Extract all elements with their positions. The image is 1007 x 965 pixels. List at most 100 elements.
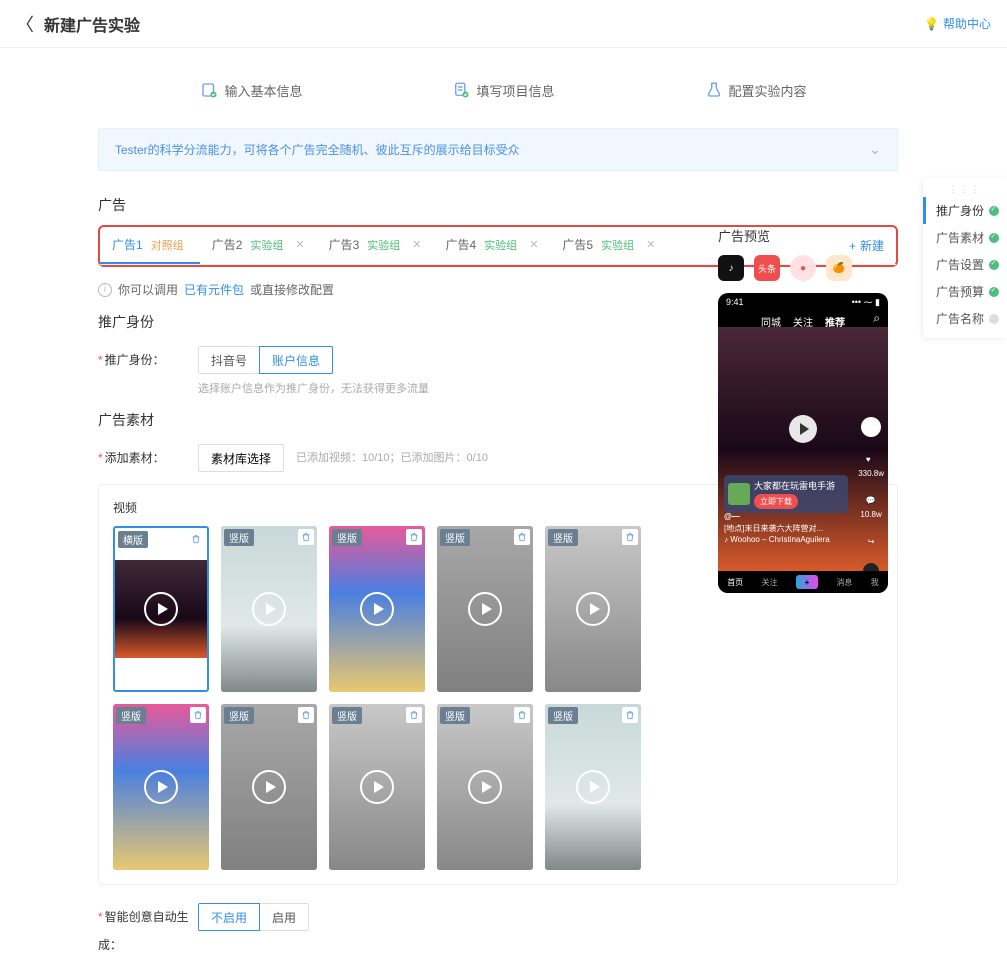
existing-package-link[interactable]: 已有元件包	[184, 281, 244, 298]
sidenav-item[interactable]: 广告名称	[923, 305, 1007, 332]
banner-text: Tester的科学分流能力，可将各个广告完全随机、彼此互斥的展示给目标受众	[115, 141, 520, 158]
search-icon: ⌕	[873, 311, 880, 326]
video-tile[interactable]: 竖版	[545, 704, 641, 870]
play-icon	[252, 592, 286, 626]
orientation-badge: 竖版	[440, 529, 470, 546]
doc-icon	[452, 81, 470, 99]
smart-label: *智能创意自动生成：	[98, 903, 198, 959]
comment-icon: 💬	[860, 490, 880, 510]
app-icon-row: ♪ 头条 ● 🍊	[718, 255, 888, 281]
orientation-badge: 竖版	[548, 529, 578, 546]
preview-title: 广告预览	[718, 226, 888, 245]
close-icon[interactable]: ✕	[295, 238, 304, 251]
xigua-icon[interactable]: ●	[790, 255, 816, 281]
step-3: 配置实验内容	[705, 81, 807, 100]
download-button[interactable]: 立即下载	[754, 494, 798, 509]
material-library-button[interactable]: 素材库选择	[198, 444, 284, 472]
seg-option[interactable]: 启用	[259, 903, 309, 931]
close-icon[interactable]: ✕	[529, 238, 538, 251]
video-tile[interactable]: 竖版	[221, 704, 317, 870]
status-dot-icon	[989, 233, 999, 243]
form-icon	[200, 81, 218, 99]
status-dot-icon	[989, 206, 999, 216]
close-icon[interactable]: ✕	[412, 238, 421, 251]
delete-button[interactable]	[298, 707, 314, 723]
play-icon	[360, 592, 394, 626]
topbar: 〈 新建广告实验 💡 帮助中心	[0, 0, 1007, 48]
video-tile[interactable]: 横版	[113, 526, 209, 692]
ad-tab[interactable]: 广告1对照组	[100, 227, 200, 264]
delete-button[interactable]	[188, 531, 204, 547]
sidenav-item[interactable]: 广告预算	[923, 278, 1007, 305]
smart-segmented: 不启用启用	[198, 903, 309, 931]
orientation-badge: 横版	[118, 531, 148, 548]
video-tile[interactable]: 竖版	[113, 704, 209, 870]
other-app-icon[interactable]: 🍊	[826, 255, 852, 281]
toutiao-icon[interactable]: 头条	[754, 255, 780, 281]
step-indicator: 输入基本信息 填写项目信息 配置实验内容	[0, 70, 1007, 110]
page-title: 新建广告实验	[44, 12, 140, 36]
play-icon	[360, 770, 394, 804]
play-icon	[252, 770, 286, 804]
delete-button[interactable]	[622, 529, 638, 545]
video-tile[interactable]: 竖版	[437, 704, 533, 870]
material-label: *添加素材：	[98, 444, 198, 472]
status-dot-icon	[989, 287, 999, 297]
help-label: 帮助中心	[943, 15, 991, 32]
delete-button[interactable]	[514, 529, 530, 545]
back-button[interactable]: 〈	[16, 11, 34, 37]
chevron-down-icon: ⌄	[869, 141, 881, 158]
sidenav-item[interactable]: 推广身份	[923, 197, 1007, 224]
bulb-icon: 💡	[924, 17, 939, 31]
promo-card: 大家都在玩雷电手游 立即下载	[724, 475, 848, 513]
video-tile[interactable]: 竖版	[437, 526, 533, 692]
orientation-badge: 竖版	[440, 707, 470, 724]
seg-option[interactable]: 不启用	[198, 903, 260, 931]
phone-bottom-nav: 首页 关注 + 消息 我	[718, 571, 888, 593]
info-banner[interactable]: Tester的科学分流能力，可将各个广告完全随机、彼此互斥的展示给目标受众 ⌄	[98, 128, 898, 171]
seg-option[interactable]: 账户信息	[259, 346, 333, 374]
identity-help: 选择账户信息作为推广身份，无法获得更多流量	[198, 380, 429, 396]
seg-option[interactable]: 抖音号	[198, 346, 260, 374]
orientation-badge: 竖版	[548, 707, 578, 724]
action-rail: ♥330.8w 💬10.8w ↪	[858, 417, 884, 579]
play-icon	[144, 592, 178, 626]
promo-thumb	[728, 483, 750, 505]
material-counts: 已添加视频：10/10；已添加图片：0/10	[296, 444, 488, 472]
orientation-badge: 竖版	[332, 529, 362, 546]
ad-tab[interactable]: 广告5实验组✕	[550, 227, 667, 264]
sidenav-item[interactable]: 广告设置	[923, 251, 1007, 278]
douyin-icon[interactable]: ♪	[718, 255, 744, 281]
sidenav-item[interactable]: 广告素材	[923, 224, 1007, 251]
close-icon[interactable]: ✕	[646, 238, 655, 251]
play-icon	[468, 770, 502, 804]
section-ads-title: 广告	[98, 195, 898, 215]
share-icon: ↪	[861, 531, 881, 551]
ad-tab[interactable]: 广告4实验组✕	[434, 227, 551, 264]
delete-button[interactable]	[514, 707, 530, 723]
video-tile[interactable]: 竖版	[221, 526, 317, 692]
play-icon	[576, 592, 610, 626]
delete-button[interactable]	[190, 707, 206, 723]
delete-button[interactable]	[406, 529, 422, 545]
video-tile[interactable]: 竖版	[329, 526, 425, 692]
info-icon: i	[98, 283, 112, 297]
play-icon	[789, 415, 817, 443]
ad-tab[interactable]: 广告3实验组✕	[317, 227, 434, 264]
help-link[interactable]: 💡 帮助中心	[924, 15, 991, 32]
status-dot-icon	[989, 260, 999, 270]
video-tile[interactable]: 竖版	[545, 526, 641, 692]
step-2: 填写项目信息	[452, 81, 554, 100]
play-icon	[576, 770, 610, 804]
delete-button[interactable]	[298, 529, 314, 545]
drag-handle-icon[interactable]: ⋮⋮⋮	[923, 184, 1007, 195]
avatar-icon	[861, 417, 881, 437]
heart-icon: ♥	[858, 449, 878, 469]
ad-tab[interactable]: 广告2实验组✕	[200, 227, 317, 264]
video-tile[interactable]: 竖版	[329, 704, 425, 870]
delete-button[interactable]	[622, 707, 638, 723]
delete-button[interactable]	[406, 707, 422, 723]
step-1: 输入基本信息	[200, 81, 302, 100]
orientation-badge: 竖版	[224, 529, 254, 546]
orientation-badge: 竖版	[116, 707, 146, 724]
